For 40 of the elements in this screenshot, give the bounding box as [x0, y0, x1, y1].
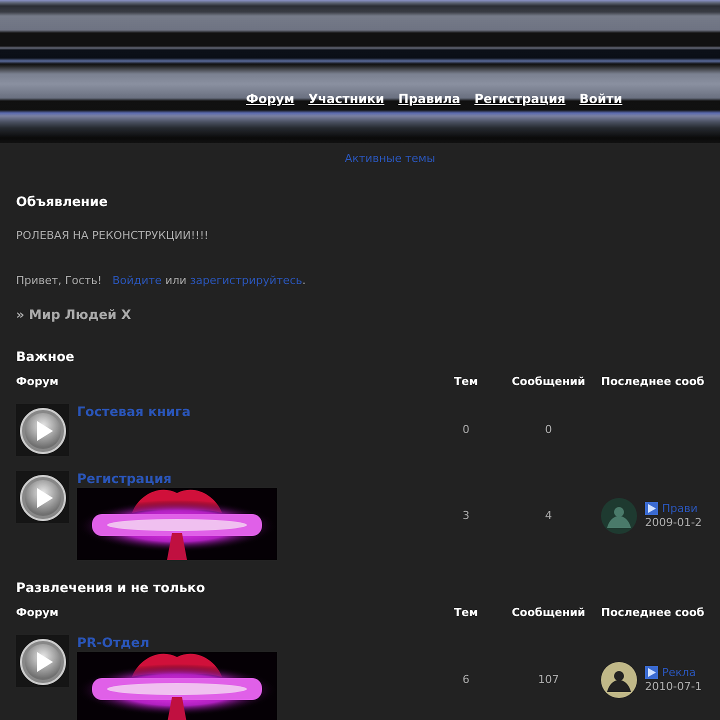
- nav-link[interactable]: Форум: [246, 90, 294, 107]
- nav-link[interactable]: Участники: [308, 90, 384, 107]
- post-count: 4: [544, 508, 553, 522]
- topic-count: 3: [462, 508, 470, 522]
- play-icon: [645, 502, 658, 515]
- column-header: Последнее сооб: [601, 375, 704, 389]
- last-post-link[interactable]: Прави: [662, 502, 698, 516]
- post-count: 107: [537, 672, 560, 686]
- topic-count: 6: [462, 672, 470, 686]
- play-icon: [645, 666, 658, 679]
- announcement-title: Объявление: [16, 194, 109, 211]
- post-date: 2009-01-2: [645, 516, 702, 530]
- category-title: Развлечения и не только: [16, 580, 206, 597]
- post-date: 2010-07-1: [645, 680, 702, 694]
- column-header: Форум: [16, 606, 60, 620]
- category-title: Важное: [16, 349, 76, 366]
- post-count: 0: [544, 423, 553, 437]
- column-header: Сообщений: [510, 606, 586, 620]
- topic-count: 0: [462, 423, 470, 437]
- forum-link[interactable]: Регистрация: [77, 471, 277, 488]
- nav-link[interactable]: Регистрация: [474, 90, 566, 107]
- welcome-text: Привет, Гость! Войдите или зарегистрируйтесь.: [16, 274, 307, 288]
- column-header: Тем: [453, 606, 479, 620]
- forum-link[interactable]: Гостевая книга: [77, 404, 191, 421]
- nav-link[interactable]: Правила: [398, 90, 460, 107]
- nav-link[interactable]: Войти: [579, 90, 622, 107]
- register-link[interactable]: зарегистрируйтесь: [190, 274, 302, 287]
- forum-icon: [16, 404, 69, 456]
- column-header: Последнее сооб: [601, 606, 704, 620]
- last-post-link[interactable]: Рекла: [662, 666, 696, 680]
- forum-icon: [16, 635, 69, 687]
- forum-icon: [16, 471, 69, 523]
- forum-link[interactable]: PR-Отдел: [77, 635, 277, 652]
- breadcrumb-link[interactable]: » Мир Людей X: [16, 307, 704, 324]
- announcement-text: РОЛЕВАЯ НА РЕКОНСТРУКЦИИ!!!!: [16, 229, 210, 243]
- column-header: Сообщений: [510, 375, 586, 389]
- column-header: Тем: [453, 375, 479, 389]
- column-header: Форум: [16, 375, 60, 389]
- active-topics-link[interactable]: Активные темы: [344, 152, 436, 165]
- login-link[interactable]: Войдите: [112, 274, 162, 287]
